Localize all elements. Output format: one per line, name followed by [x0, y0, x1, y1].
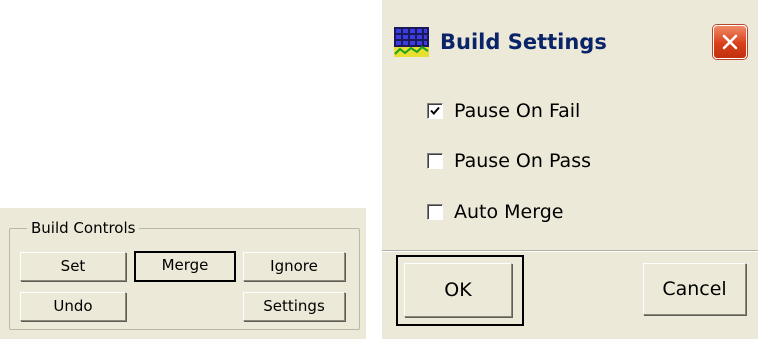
- pause-on-fail-label: Pause On Fail: [454, 100, 581, 122]
- dialog-title: Build Settings: [440, 30, 607, 54]
- auto-merge-checkbox[interactable]: [427, 204, 443, 220]
- pause-on-fail-checkbox[interactable]: [427, 103, 443, 119]
- pause-on-pass-label: Pause On Pass: [454, 150, 591, 172]
- settings-button[interactable]: Settings: [243, 292, 345, 321]
- checkmark-icon: [430, 106, 440, 115]
- close-icon: [722, 34, 738, 50]
- close-button[interactable]: [713, 25, 747, 59]
- merge-button[interactable]: Merge: [134, 251, 236, 282]
- graph-grid-icon: [394, 27, 429, 57]
- pause-on-fail-option[interactable]: Pause On Fail: [427, 98, 580, 124]
- screen: Build Controls Set Merge Ignore Undo Set…: [0, 0, 758, 339]
- build-controls-title: Build Controls: [27, 219, 140, 237]
- cancel-button[interactable]: Cancel: [643, 263, 746, 315]
- dialog-titlebar[interactable]: Build Settings: [382, 0, 758, 86]
- build-controls-panel: Build Controls Set Merge Ignore Undo Set…: [0, 208, 366, 339]
- pause-on-pass-checkbox[interactable]: [427, 153, 443, 169]
- pause-on-pass-option[interactable]: Pause On Pass: [427, 148, 591, 174]
- build-settings-dialog: Build Settings Pause On Fail Pause On Pa…: [382, 0, 758, 339]
- ok-button[interactable]: OK: [404, 263, 512, 317]
- auto-merge-label: Auto Merge: [454, 201, 564, 223]
- ignore-button[interactable]: Ignore: [243, 252, 345, 281]
- dialog-separator: [382, 250, 758, 252]
- auto-merge-option[interactable]: Auto Merge: [427, 199, 563, 225]
- undo-button[interactable]: Undo: [20, 292, 126, 321]
- set-button[interactable]: Set: [20, 252, 126, 281]
